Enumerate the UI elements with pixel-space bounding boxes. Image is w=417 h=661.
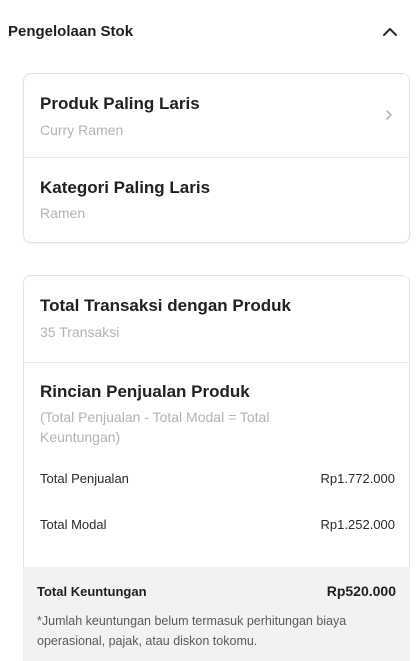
total-cost-value: Rp1.252.000 — [320, 517, 395, 532]
total-cost-label: Total Modal — [40, 517, 107, 532]
transactions-value: 35 Transaksi — [40, 324, 120, 340]
chevron-right-icon — [383, 108, 395, 122]
sales-detail-description: (Total Penjualan - Total Modal = Total K… — [40, 409, 270, 445]
best-product-row[interactable]: Produk Paling Laris Curry Ramen — [24, 74, 409, 157]
chevron-up-icon[interactable] — [380, 24, 400, 40]
best-category-value: Ramen — [40, 205, 86, 221]
best-product-title: Produk Paling Laris — [40, 94, 200, 113]
best-seller-card: Produk Paling Laris Curry Ramen Kategori… — [23, 73, 410, 243]
best-product-value: Curry Ramen — [40, 122, 124, 138]
total-profit-value: Rp520.000 — [326, 583, 396, 599]
sales-detail-title: Rincian Penjualan Produk — [40, 382, 250, 401]
total-sales-value: Rp1.772.000 — [320, 471, 395, 486]
best-category-row: Kategori Paling Laris Ramen — [24, 158, 409, 243]
transactions-title: Total Transaksi dengan Produk — [40, 296, 291, 315]
profit-note: *Jumlah keuntungan belum termasuk perhit… — [37, 614, 347, 648]
divider — [24, 362, 409, 363]
profit-summary: Total Keuntungan Rp520.000 *Jumlah keunt… — [23, 567, 410, 661]
stock-management-header[interactable]: Pengelolaan Stok — [0, 0, 417, 62]
best-category-title: Kategori Paling Laris — [40, 178, 211, 197]
total-profit-label: Total Keuntungan — [37, 584, 147, 599]
total-sales-label: Total Penjualan — [40, 471, 129, 486]
sales-summary-card: Total Transaksi dengan Produk 35 Transak… — [23, 275, 410, 575]
section-title: Pengelolaan Stok — [8, 23, 134, 40]
